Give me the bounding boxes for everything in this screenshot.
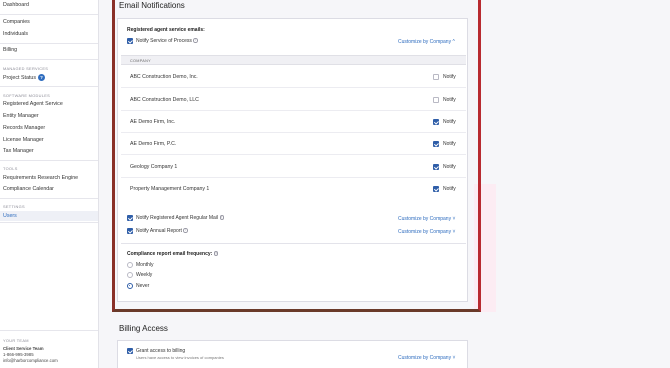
sidebar-item-compliance-calendar[interactable]: Compliance Calendar — [3, 186, 54, 192]
sidebar-section-managed-services: MANAGED SERVICES — [3, 66, 49, 71]
billing-access-title: Billing Access — [119, 324, 168, 333]
sidebar-item-users[interactable]: Users — [0, 211, 98, 221]
sidebar-item-dashboard[interactable]: Dashboard — [3, 2, 29, 8]
sidebar-section-software-modules: SOFTWARE MODULES — [3, 93, 51, 98]
sidebar-divider — [0, 330, 98, 331]
sidebar-item-billing[interactable]: Billing — [3, 47, 17, 53]
team-email[interactable]: info@harborcompliance.com — [3, 358, 58, 363]
sidebar-item-label: Project Status — [3, 74, 36, 81]
sidebar: Dashboard Companies Individuals Billing … — [0, 0, 99, 368]
team-phone[interactable]: 1-866-995-3985 — [3, 352, 34, 357]
sidebar-section-tools: TOOLS — [3, 166, 18, 171]
sidebar-section-settings: SETTINGS — [3, 204, 25, 209]
team-heading: YOUR TEAM — [3, 338, 29, 343]
sidebar-divider — [0, 43, 98, 44]
grant-billing-checkbox[interactable] — [127, 348, 133, 354]
sidebar-item-records-manager[interactable]: Records Manager — [3, 125, 45, 131]
help-icon: ? — [37, 74, 45, 81]
grant-billing-label: Grant access to billing — [136, 348, 186, 354]
sidebar-item-tax-manager[interactable]: Tax Manager — [3, 148, 34, 154]
sidebar-item-project-status[interactable]: Project Status? — [3, 74, 45, 81]
sidebar-divider — [0, 14, 98, 15]
sidebar-item-registered-agent-service[interactable]: Registered Agent Service — [3, 101, 63, 107]
sidebar-item-license-manager[interactable]: License Manager — [3, 137, 44, 143]
sidebar-item-entity-manager[interactable]: Entity Manager — [3, 113, 39, 119]
billing-access-card — [117, 340, 468, 368]
sidebar-divider — [0, 160, 98, 161]
highlight-frame — [112, 0, 481, 312]
grant-billing-description: Users have access to view invoices of co… — [136, 355, 224, 360]
customize-label: Customize by Company — [398, 355, 452, 361]
sidebar-divider — [0, 86, 98, 87]
customize-by-company-toggle[interactable]: Customize by Company ˅ — [398, 355, 455, 361]
sidebar-item-companies[interactable]: Companies — [3, 19, 30, 25]
sidebar-divider — [0, 198, 98, 199]
sidebar-divider — [0, 59, 98, 60]
sidebar-item-individuals[interactable]: Individuals — [3, 31, 28, 37]
chevron-down-icon: ˅ — [451, 355, 456, 361]
sidebar-item-requirements-research-engine[interactable]: Requirements Research Engine — [3, 175, 78, 181]
team-name: Client Service Team — [3, 346, 44, 351]
sidebar-divider — [0, 222, 98, 223]
